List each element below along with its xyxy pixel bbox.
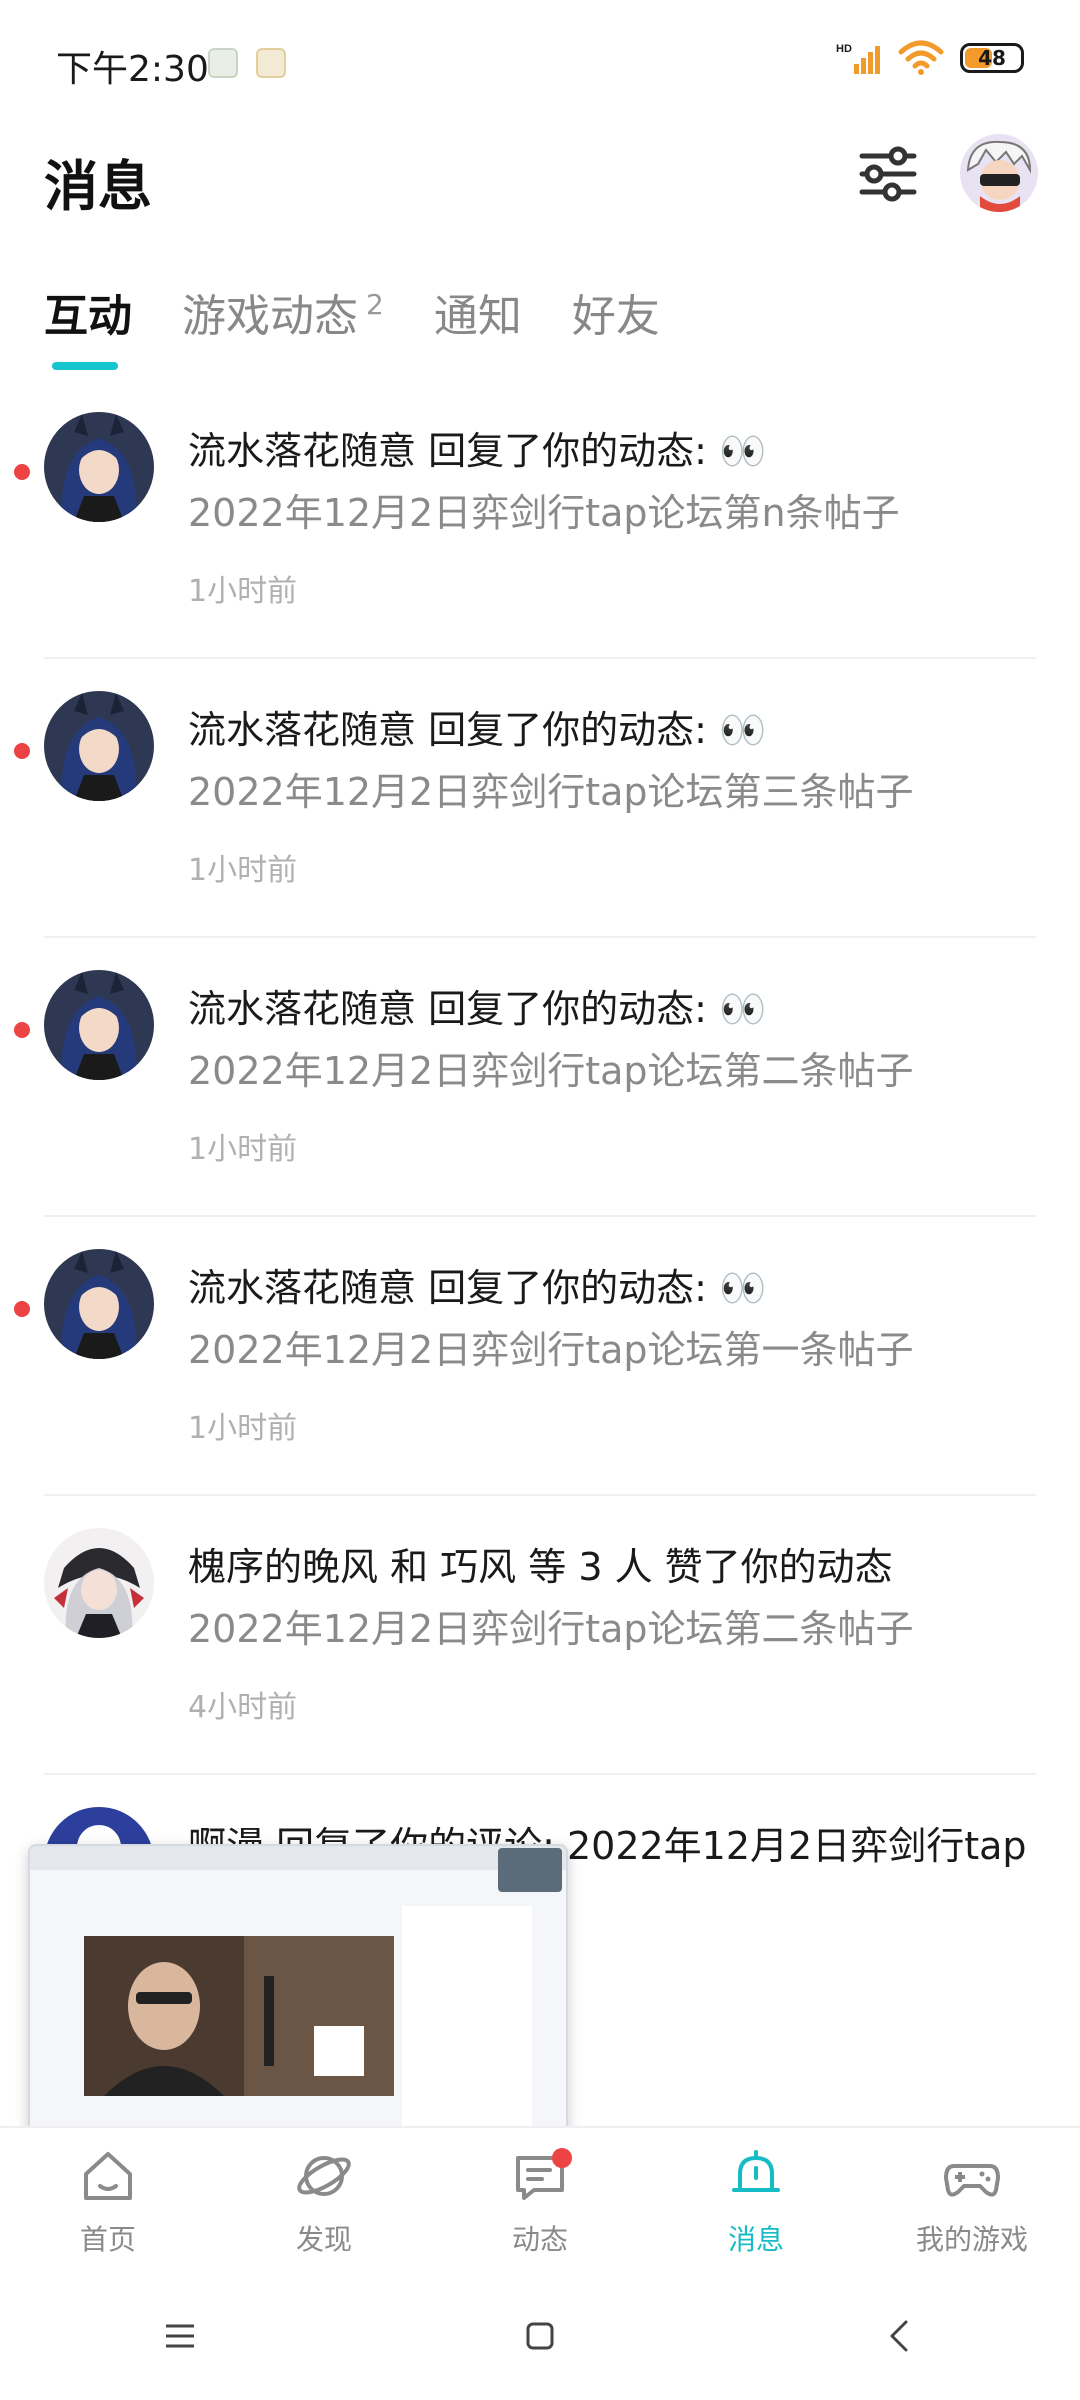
status-time: 下午2:30: [56, 49, 209, 90]
nav-label: 我的游戏: [915, 2223, 1028, 2256]
floating-video-window[interactable]: [28, 1844, 568, 2148]
signal-icon: HD: [836, 43, 880, 74]
wifi-icon: [898, 40, 944, 75]
home-button[interactable]: [510, 2306, 570, 2366]
header: 消息: [0, 120, 1080, 230]
notification-badge: [552, 2148, 572, 2168]
menu-icon: [166, 2324, 194, 2348]
pip-video-frame: [84, 1936, 394, 2096]
item-time: 1小时前: [188, 1132, 298, 1167]
avatar[interactable]: [44, 412, 154, 522]
pip-sidebar: [402, 1906, 532, 2136]
unread-dot: [14, 1301, 30, 1317]
bell-icon: [732, 2150, 780, 2192]
avatar[interactable]: [44, 691, 154, 801]
tab-game-activity[interactable]: 游戏动态 2: [182, 280, 384, 344]
item-title: 流水落花随意 回复了你的动态: 👀: [188, 1266, 767, 1310]
status-bar: 下午2:30 HD 48: [0, 0, 1080, 110]
item-time: 1小时前: [188, 853, 298, 888]
avatar[interactable]: [44, 1249, 154, 1359]
page-title: 消息: [44, 155, 152, 218]
item-subtitle: 2022年12月2日弈剑行tap论坛第n条帖子: [188, 491, 900, 535]
avatar[interactable]: [44, 1528, 154, 1638]
active-tab-indicator: [52, 362, 118, 370]
item-title: 槐序的晚风 和 巧风 等 3 人 赞了你的动态: [188, 1545, 893, 1589]
item-title: 流水落花随意 回复了你的动态: 👀: [188, 708, 767, 752]
gamepad-icon: [944, 2164, 1000, 2197]
svg-text:HD: HD: [836, 43, 852, 55]
item-time: 1小时前: [188, 1411, 298, 1446]
tab-count-badge: 2: [366, 288, 384, 321]
item-subtitle: 2022年12月2日弈剑行tap论坛第一条帖子: [188, 1328, 914, 1372]
list-item[interactable]: 流水落花随意 回复了你的动态: 👀 2022年12月2日弈剑行tap论坛第n条帖…: [0, 380, 1080, 659]
home-icon: [84, 2152, 132, 2200]
battery-level: 48: [978, 46, 1006, 70]
message-list: 流水落花随意 回复了你的动态: 👀 2022年12月2日弈剑行tap论坛第n条帖…: [0, 380, 1080, 2054]
nav-label: 动态: [511, 2223, 568, 2256]
nav-item-messages[interactable]: 消息: [648, 2128, 864, 2272]
item-subtitle: 2022年12月2日弈剑行tap论坛第二条帖子: [188, 1607, 914, 1651]
list-item[interactable]: 流水落花随意 回复了你的动态: 👀 2022年12月2日弈剑行tap论坛第一条帖…: [0, 1217, 1080, 1496]
discover-icon: [297, 2156, 351, 2196]
list-item[interactable]: 流水落花随意 回复了你的动态: 👀 2022年12月2日弈剑行tap论坛第二条帖…: [0, 938, 1080, 1217]
item-time: 1小时前: [188, 574, 298, 609]
item-time: 4小时前: [188, 1690, 298, 1725]
list-item[interactable]: 流水落花随意 回复了你的动态: 👀 2022年12月2日弈剑行tap论坛第三条帖…: [0, 659, 1080, 938]
list-item[interactable]: 槐序的晚风 和 巧风 等 3 人 赞了你的动态 2022年12月2日弈剑行tap…: [0, 1496, 1080, 1775]
item-title: 流水落花随意 回复了你的动态: 👀: [188, 987, 767, 1031]
filter-settings-icon[interactable]: [856, 142, 920, 206]
user-avatar[interactable]: [960, 134, 1038, 212]
menu-button[interactable]: [150, 2306, 210, 2366]
unread-dot: [14, 1022, 30, 1038]
nav-item-discover[interactable]: 发现: [216, 2128, 432, 2272]
nav-label: 发现: [295, 2223, 352, 2256]
tab-interactions[interactable]: 互动: [44, 280, 132, 344]
system-nav-bar: [0, 2272, 1080, 2400]
item-title: 流水落花随意 回复了你的动态: 👀: [188, 429, 767, 473]
avatar[interactable]: [44, 970, 154, 1080]
nav-item-feed[interactable]: 动态: [432, 2128, 648, 2272]
nav-item-home[interactable]: 首页: [0, 2128, 216, 2272]
square-home-icon: [526, 2322, 554, 2350]
nav-label: 消息: [727, 2223, 784, 2256]
notification-app-icon: [208, 48, 238, 78]
tab-bar: 互动 游戏动态 2 通知 好友: [44, 280, 660, 370]
item-subtitle: 2022年12月2日弈剑行tap论坛第二条帖子: [188, 1049, 914, 1093]
notification-app-icon: [256, 48, 286, 78]
tab-friends[interactable]: 好友: [572, 280, 660, 344]
pip-browser-tabs: [30, 1846, 566, 1870]
bottom-nav: 首页 发现 动态 消息 我的游戏: [0, 2126, 1080, 2272]
nav-label: 首页: [79, 2223, 136, 2256]
tab-notifications[interactable]: 通知: [434, 280, 522, 344]
item-subtitle: 2022年12月2日弈剑行tap论坛第三条帖子: [188, 770, 914, 814]
status-indicators: HD 48: [836, 40, 1024, 76]
unread-dot: [14, 464, 30, 480]
back-icon: [890, 2320, 908, 2352]
nav-item-my-games[interactable]: 我的游戏: [864, 2128, 1080, 2272]
pip-camera-thumbnail: [498, 1848, 562, 1892]
back-button[interactable]: [870, 2306, 930, 2366]
battery-indicator: 48: [960, 43, 1024, 73]
unread-dot: [14, 743, 30, 759]
